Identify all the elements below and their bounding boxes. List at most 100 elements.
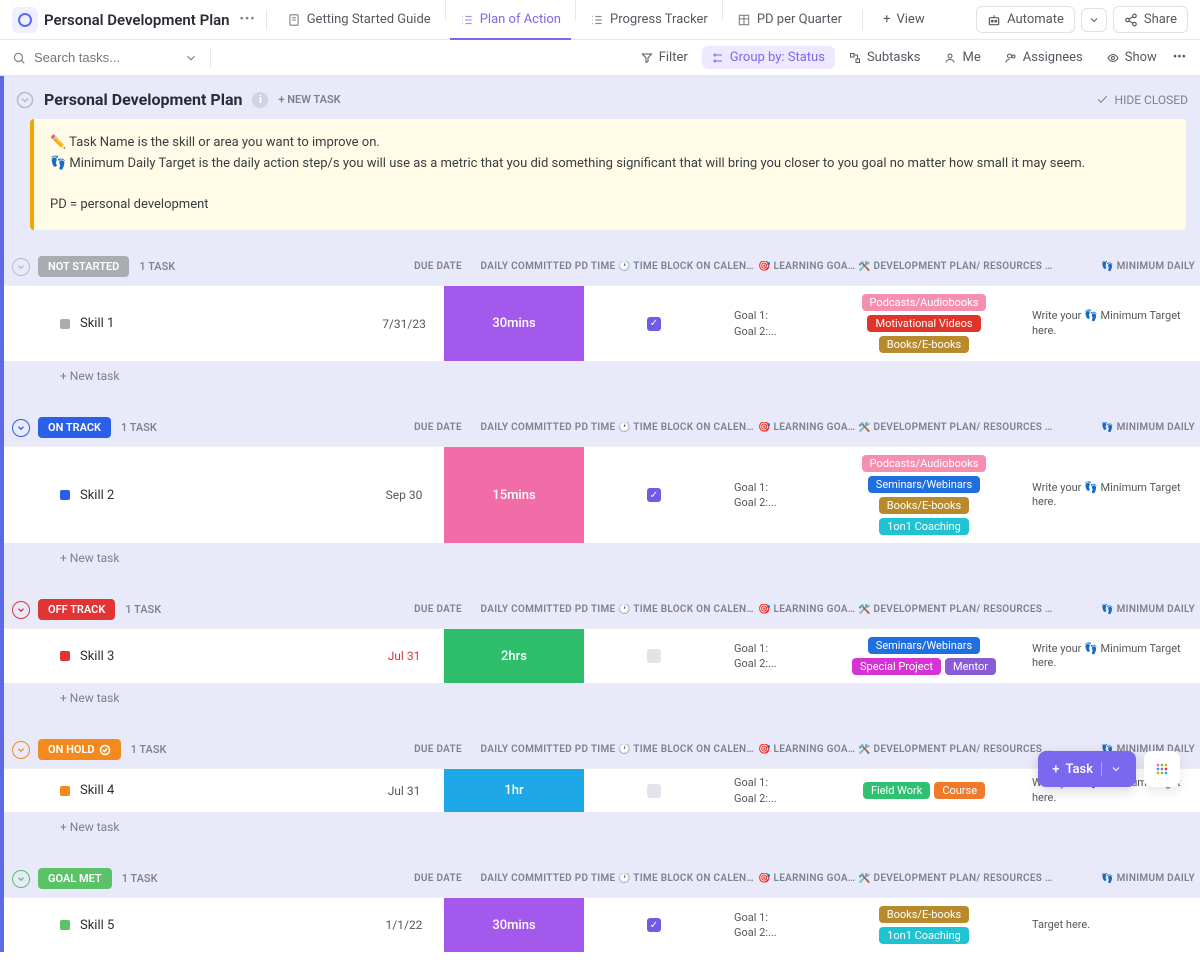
- resources-cell[interactable]: Podcasts/Audiobooks Seminars/Webinars Book…: [824, 447, 1024, 543]
- resources-cell[interactable]: Seminars/Webinars Special ProjectMentor: [824, 629, 1024, 683]
- checkbox-icon[interactable]: ✓: [647, 317, 661, 331]
- task-name-cell[interactable]: Skill 2: [4, 447, 364, 543]
- resource-tag[interactable]: Mentor: [945, 658, 996, 675]
- status-chip[interactable]: GOAL MET: [38, 868, 112, 889]
- resource-tag[interactable]: Motivational Videos: [867, 315, 980, 332]
- new-task-button[interactable]: + NEW TASK: [278, 93, 340, 106]
- task-row[interactable]: Skill 3 Jul 31 2hrs Goal 1:Goal 2:... Se…: [4, 628, 1200, 683]
- goals-cell[interactable]: Goal 1:Goal 2:...: [724, 286, 824, 361]
- apps-fab[interactable]: [1144, 751, 1180, 787]
- task-row[interactable]: Skill 1 7/31/23 30mins ✓ Goal 1:Goal 2:.…: [4, 285, 1200, 361]
- automate-dropdown[interactable]: [1081, 8, 1107, 32]
- info-icon[interactable]: i: [252, 92, 268, 108]
- due-date-cell[interactable]: 1/1/22: [364, 898, 444, 952]
- task-name-cell[interactable]: Skill 5: [4, 898, 364, 952]
- resource-tag[interactable]: Field Work: [863, 782, 930, 799]
- tab-plan-of-action[interactable]: Plan of Action: [450, 0, 571, 40]
- show-button[interactable]: Show: [1097, 46, 1167, 69]
- resource-tag[interactable]: Podcasts/Audiobooks: [862, 294, 987, 311]
- new-task-button[interactable]: + New task: [4, 812, 1200, 842]
- add-view-button[interactable]: + View: [873, 0, 935, 40]
- status-chip[interactable]: ON TRACK: [38, 417, 111, 438]
- time-cell[interactable]: 15mins: [444, 447, 584, 543]
- due-date-cell[interactable]: Sep 30: [364, 447, 444, 543]
- checkbox-icon[interactable]: [647, 784, 661, 798]
- tab-getting-started-guide[interactable]: Getting Started Guide: [277, 0, 441, 40]
- min-target-cell[interactable]: Write your 👣 Minimum Target here.: [1024, 286, 1200, 361]
- more-button[interactable]: •••: [1171, 46, 1188, 69]
- task-name-cell[interactable]: Skill 1: [4, 286, 364, 361]
- due-date-cell[interactable]: 7/31/23: [364, 286, 444, 361]
- task-row[interactable]: Skill 5 1/1/22 30mins ✓ Goal 1:Goal 2:..…: [4, 897, 1200, 952]
- time-cell[interactable]: 30mins: [444, 286, 584, 361]
- page-title[interactable]: Personal Development Plan: [44, 11, 230, 29]
- resources-cell[interactable]: Books/E-books 1on1 Coaching: [824, 898, 1024, 952]
- search-box[interactable]: [12, 50, 192, 65]
- status-square-icon: [60, 319, 70, 329]
- resource-tag[interactable]: 1on1 Coaching: [879, 518, 969, 535]
- timeblock-cell[interactable]: ✓: [584, 286, 724, 361]
- timeblock-cell[interactable]: [584, 629, 724, 683]
- me-button[interactable]: Me: [934, 46, 990, 69]
- hide-closed-button[interactable]: HIDE CLOSED: [1096, 93, 1188, 107]
- task-row[interactable]: Skill 4 Jul 31 1hr Goal 1:Goal 2:... Fie…: [4, 768, 1200, 812]
- collapse-toggle[interactable]: [12, 601, 30, 619]
- groupby-button[interactable]: Group by: Status: [702, 46, 835, 69]
- chevron-down-icon[interactable]: [16, 91, 34, 109]
- resource-tag[interactable]: 1on1 Coaching: [879, 927, 969, 944]
- resource-tag[interactable]: Special Project: [852, 658, 941, 675]
- min-target-cell[interactable]: Write your 👣 Minimum Target here.: [1024, 447, 1200, 543]
- resource-tag[interactable]: Seminars/Webinars: [868, 476, 980, 493]
- resource-tag[interactable]: Course: [934, 782, 985, 799]
- share-button[interactable]: Share: [1113, 6, 1188, 33]
- checkbox-icon[interactable]: [647, 649, 661, 663]
- collapse-toggle[interactable]: [12, 870, 30, 888]
- resource-tag[interactable]: Books/E-books: [879, 497, 969, 514]
- time-cell[interactable]: 2hrs: [444, 629, 584, 683]
- status-chip[interactable]: OFF TRACK: [38, 599, 115, 620]
- resource-tag[interactable]: Books/E-books: [879, 336, 969, 353]
- timeblock-cell[interactable]: ✓: [584, 447, 724, 543]
- more-icon[interactable]: •••: [240, 12, 256, 27]
- timeblock-cell[interactable]: ✓: [584, 898, 724, 952]
- new-task-fab[interactable]: + Task: [1038, 751, 1136, 787]
- new-task-button[interactable]: + New task: [4, 543, 1200, 573]
- status-chip[interactable]: NOT STARTED: [38, 256, 129, 277]
- time-cell[interactable]: 30mins: [444, 898, 584, 952]
- resource-tag[interactable]: Podcasts/Audiobooks: [862, 455, 987, 472]
- resources-cell[interactable]: Podcasts/Audiobooks Motivational Videos Bo…: [824, 286, 1024, 361]
- collapse-toggle[interactable]: [12, 258, 30, 276]
- automate-button[interactable]: Automate: [976, 6, 1075, 33]
- due-date-cell[interactable]: Jul 31: [364, 629, 444, 683]
- goals-cell[interactable]: Goal 1:Goal 2:...: [724, 898, 824, 952]
- collapse-toggle[interactable]: [12, 741, 30, 759]
- goals-cell[interactable]: Goal 1:Goal 2:...: [724, 769, 824, 812]
- status-chip[interactable]: ON HOLD: [38, 739, 121, 760]
- min-target-cell[interactable]: Write your 👣 Minimum Target here.: [1024, 629, 1200, 683]
- resource-tag[interactable]: Books/E-books: [879, 906, 969, 923]
- chevron-down-icon[interactable]: [184, 51, 198, 65]
- new-task-button[interactable]: + New task: [4, 361, 1200, 391]
- min-target-cell[interactable]: Target here.: [1024, 898, 1200, 952]
- resources-cell[interactable]: Field WorkCourse: [824, 769, 1024, 812]
- subtasks-button[interactable]: Subtasks: [839, 46, 931, 69]
- checkbox-icon[interactable]: ✓: [647, 918, 661, 932]
- search-input[interactable]: [34, 50, 154, 65]
- app-logo[interactable]: [12, 7, 38, 33]
- time-cell[interactable]: 1hr: [444, 769, 584, 812]
- tab-progress-tracker[interactable]: Progress Tracker: [580, 0, 718, 40]
- filter-button[interactable]: Filter: [631, 46, 698, 69]
- due-date-cell[interactable]: Jul 31: [364, 769, 444, 812]
- resource-tag[interactable]: Seminars/Webinars: [868, 637, 980, 654]
- collapse-toggle[interactable]: [12, 419, 30, 437]
- new-task-button[interactable]: + New task: [4, 683, 1200, 713]
- checkbox-icon[interactable]: ✓: [647, 488, 661, 502]
- task-row[interactable]: Skill 2 Sep 30 15mins ✓ Goal 1:Goal 2:..…: [4, 446, 1200, 543]
- task-name-cell[interactable]: Skill 3: [4, 629, 364, 683]
- goals-cell[interactable]: Goal 1:Goal 2:...: [724, 447, 824, 543]
- goals-cell[interactable]: Goal 1:Goal 2:...: [724, 629, 824, 683]
- timeblock-cell[interactable]: [584, 769, 724, 812]
- assignees-button[interactable]: Assignees: [995, 46, 1093, 69]
- tab-pd-per-quarter[interactable]: PD per Quarter: [727, 0, 852, 40]
- task-name-cell[interactable]: Skill 4: [4, 769, 364, 812]
